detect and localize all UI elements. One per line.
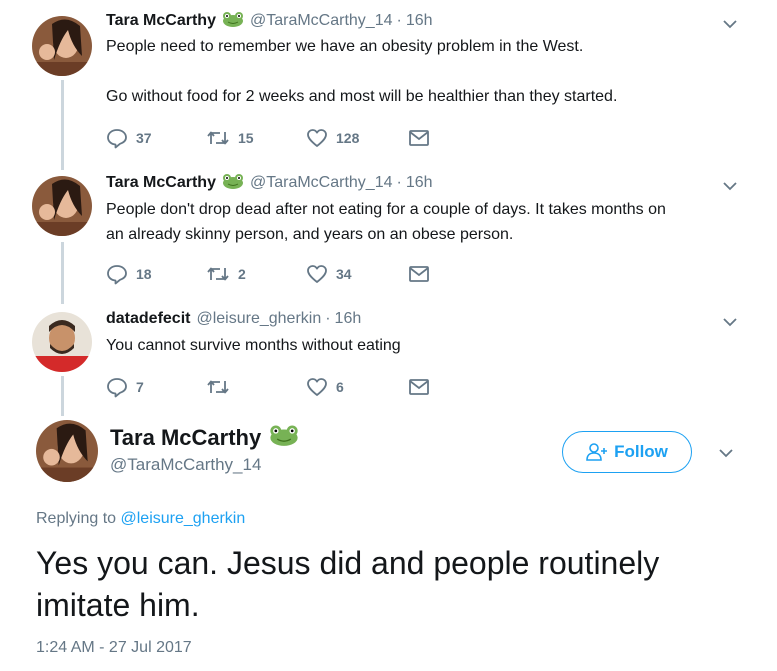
envelope-icon [409,266,429,282]
author-name[interactable]: Tara McCarthy [106,12,216,29]
author-handle[interactable]: @TaraMcCarthy_14 [250,12,393,29]
tweet-time[interactable]: 16h [406,12,433,29]
tweet-text-line: People need to remember we have an obesi… [106,38,584,55]
reply-count: 7 [136,379,144,395]
thread-line [61,376,64,416]
like-count: 6 [336,379,344,395]
main-tweet-text: Yes you can. Jesus did and people routin… [36,542,746,626]
tweet-text-line: People don't drop dead after not eating … [106,201,666,218]
replying-prefix: Replying to [36,510,117,527]
tweet-time[interactable]: 16h [335,310,362,327]
author-name[interactable]: datadefecit [106,310,190,327]
reply-icon [107,265,127,285]
frog-icon [222,173,244,195]
message-button[interactable] [408,262,430,286]
avatar[interactable] [32,176,92,236]
thread-line [61,242,64,304]
avatar[interactable] [32,312,92,372]
reply-icon [107,129,127,149]
add-user-icon [586,443,608,461]
frog-icon [222,11,244,33]
retweet-icon [207,380,229,394]
avatar[interactable] [32,16,92,76]
retweet-button[interactable]: 2 [206,262,246,286]
like-button[interactable]: 128 [306,126,359,150]
heart-icon [307,265,327,283]
tweet-text-spacer [106,59,736,84]
message-button[interactable] [408,375,430,399]
replying-to: Replying to @leisure_gherkin [36,509,245,529]
like-count: 34 [336,266,352,282]
frog-icon [269,424,299,453]
author-name[interactable]: Tara McCarthy [110,425,261,450]
tweet-text-line: an already skinny person, and years on a… [106,226,514,243]
reply-count: 18 [136,266,152,282]
author-name[interactable]: Tara McCarthy [106,174,216,191]
reply-button[interactable]: 18 [106,262,152,286]
tweet-timestamp[interactable]: 1:24 AM - 27 Jul 2017 [36,638,192,658]
retweet-icon [207,131,229,145]
tweet-text-line: You cannot survive months without eating [106,337,401,354]
main-tweet-text-line: imitate him. [36,587,200,623]
separator-dot: · [396,12,402,29]
retweet-icon [207,267,229,281]
author-handle[interactable]: @TaraMcCarthy_14 [250,174,393,191]
tweet-text: People need to remember we have an obesi… [106,34,736,109]
replying-to-link[interactable]: @leisure_gherkin [121,510,246,527]
reply-button[interactable]: 37 [106,126,152,150]
like-button[interactable]: 34 [306,262,352,286]
tweet-text: You cannot survive months without eating [106,333,736,358]
message-button[interactable] [408,126,430,150]
retweet-count: 2 [238,266,246,282]
chevron-down-icon[interactable] [720,176,740,196]
like-button[interactable]: 6 [306,375,344,399]
author-handle[interactable]: @leisure_gherkin [196,310,321,327]
heart-icon [307,378,327,396]
chevron-down-icon[interactable] [720,312,740,332]
envelope-icon [409,130,429,146]
avatar[interactable] [36,420,98,482]
follow-label: Follow [614,442,668,461]
chevron-down-icon[interactable] [716,443,736,463]
tweet-time[interactable]: 16h [406,174,433,191]
separator-dot: · [325,310,331,327]
main-tweet-text-line: Yes you can. Jesus did and people routin… [36,545,660,581]
heart-icon [307,129,327,147]
retweet-count: 15 [238,130,254,146]
reply-icon [107,378,127,398]
reply-button[interactable]: 7 [106,375,144,399]
tweet-text: People don't drop dead after not eating … [106,197,736,247]
envelope-icon [409,379,429,395]
retweet-button[interactable]: 15 [206,126,254,150]
reply-count: 37 [136,130,152,146]
retweet-button[interactable] [206,375,238,399]
separator-dot: · [396,174,402,191]
thread-line [61,80,64,170]
chevron-down-icon[interactable] [720,14,740,34]
author-handle[interactable]: @TaraMcCarthy_14 [110,454,261,476]
like-count: 128 [336,130,360,146]
tweet-text-line: Go without food for 2 weeks and most wil… [106,88,618,105]
follow-button[interactable]: Follow [562,431,692,473]
